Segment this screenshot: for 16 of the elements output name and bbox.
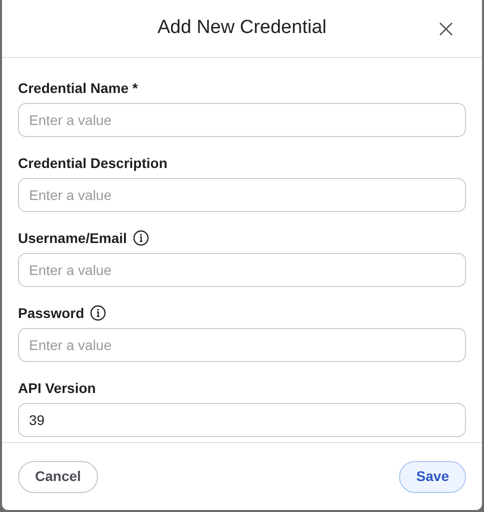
input-field[interactable]: Enter a value xyxy=(18,253,466,287)
input-field[interactable]: 39 xyxy=(18,403,466,437)
cancel-button[interactable]: Cancel xyxy=(18,460,98,492)
field-label: Credential Name * xyxy=(18,78,138,98)
field-label: Credential Description xyxy=(18,154,168,173)
input-field[interactable]: Enter a value xyxy=(18,103,466,137)
info-icon[interactable] xyxy=(132,230,149,246)
field-label: Username/Email xyxy=(18,228,127,248)
field-label: API Version xyxy=(18,378,96,398)
input-field[interactable]: Enter a value xyxy=(18,178,466,212)
input-field[interactable]: Enter a value xyxy=(18,328,466,362)
dialog-title: Add New Credential xyxy=(158,16,326,40)
close-icon xyxy=(439,22,453,36)
info-icon[interactable] xyxy=(90,305,106,321)
field-label: Password xyxy=(18,304,84,322)
save-button[interactable]: Save xyxy=(399,460,466,492)
